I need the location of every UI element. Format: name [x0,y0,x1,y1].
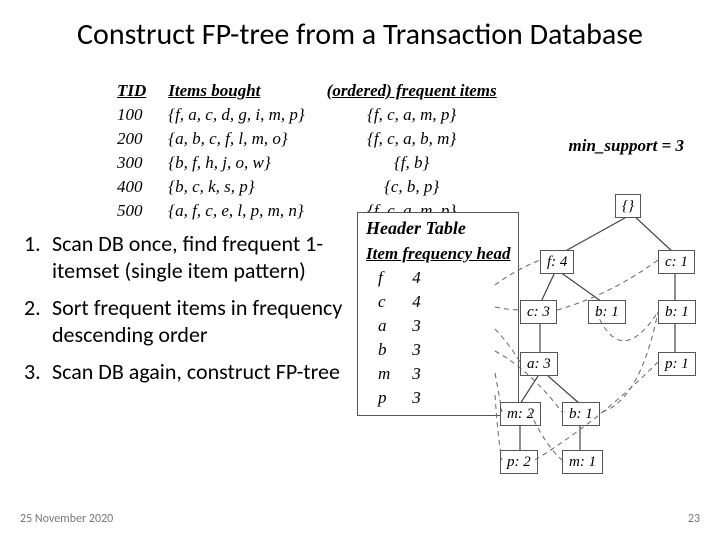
ht-freq: 4 [402,291,431,313]
col-tid: TID [107,80,156,102]
ht-freq: 4 [402,267,431,289]
tree-node: c: 1 [658,250,695,274]
tree-node: b: 1 [562,402,600,426]
cell: {c, b, p} [317,176,507,198]
footer-date: 25 November 2020 [20,512,113,526]
step-num: 3. [24,358,52,385]
transaction-table: TID Items bought (ordered) frequent item… [105,78,509,224]
cell: 500 [107,200,156,222]
step-text: Scan DB again, construct FP-tree [52,358,340,385]
ht-freq: 3 [402,387,431,409]
tree-node: m: 2 [500,402,541,426]
tree-node: p: 2 [500,450,538,474]
ht-freq: 3 [402,363,431,385]
cell: {f, a, c, d, g, i, m, p} [158,104,314,126]
step-num: 1. [24,230,52,284]
tree-node: c: 3 [520,300,557,324]
ht-item: m [368,363,400,385]
ht-freq: 3 [402,339,431,361]
cell: 200 [107,128,156,150]
cell: {a, f, c, e, l, p, m, n} [158,200,314,222]
ht-item: b [368,339,400,361]
cell: 300 [107,152,156,174]
step-text: Scan DB once, find frequent 1-itemset (s… [52,230,344,284]
header-table-box: Header Table Item frequency head f4 c4 a… [357,212,519,416]
tree-node: m: 1 [562,450,603,474]
col-ord: (ordered) frequent items [317,80,507,102]
cell: {f, c, a, m, p} [317,104,507,126]
ht-item: p [368,387,400,409]
cell: {b, f, h, j, o, w} [158,152,314,174]
footer-slide-number: 23 [688,512,700,526]
header-table-title: Header Table [366,217,510,239]
cell: {b, c, k, s, p} [158,176,314,198]
cell: {a, b, c, f, l, m, o} [158,128,314,150]
cell: 400 [107,176,156,198]
cell: {f, b} [317,152,507,174]
step-text: Sort frequent items in frequency descend… [52,294,344,348]
ht-item: f [368,267,400,289]
ht-freq: 3 [402,315,431,337]
header-table-header: Item frequency head [366,243,510,265]
tree-node: p: 1 [658,352,696,376]
cell: 100 [107,104,156,126]
tree-root: {} [615,194,641,218]
col-items: Items bought [158,80,314,102]
min-support: min_support = 3 [569,136,685,156]
ht-item: a [368,315,400,337]
fp-tree: {} f: 4 c: 1 c: 3 b: 1 b: 1 a: 3 p: 1 m:… [500,192,710,522]
steps-list: 1.Scan DB once, find frequent 1-itemset … [24,230,344,395]
tree-node: f: 4 [540,250,574,274]
cell: {f, c, a, b, m} [317,128,507,150]
slide-title: Construct FP-tree from a Transaction Dat… [0,0,720,53]
tree-node: b: 1 [588,300,626,324]
tree-node: a: 3 [520,352,558,376]
ht-item: c [368,291,400,313]
tree-node: b: 1 [658,300,696,324]
header-table: f4 c4 a3 b3 m3 p3 [366,265,455,411]
step-num: 2. [24,294,52,348]
